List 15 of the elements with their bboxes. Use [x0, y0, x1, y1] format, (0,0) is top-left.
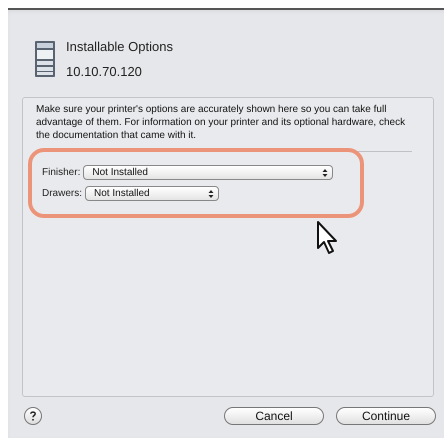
option-label: Drawers:	[42, 187, 82, 201]
info-message: Make sure your printer's options are accurately shown here so you can take full advantage of them. For information on your printer and its optional hardware, check the documentation that came with it.	[36, 103, 406, 142]
help-button[interactable]	[24, 407, 42, 425]
question-mark-icon	[30, 411, 36, 421]
dialog-title: Installable Options	[66, 38, 173, 56]
printer-address: 10.10.70.120	[66, 63, 143, 81]
mouse-pointer-icon	[316, 220, 338, 256]
copier-icon	[34, 39, 56, 79]
option-dropdown[interactable]: Not Installed	[83, 165, 334, 180]
stepper-arrows-icon	[208, 188, 214, 198]
option-label: Finisher:	[42, 166, 80, 180]
stepper-arrows-icon	[322, 168, 328, 178]
option-dropdown[interactable]: Not Installed	[85, 186, 220, 201]
continue-button[interactable]: Continue	[336, 407, 436, 425]
cancel-button[interactable]: Cancel	[224, 407, 324, 425]
